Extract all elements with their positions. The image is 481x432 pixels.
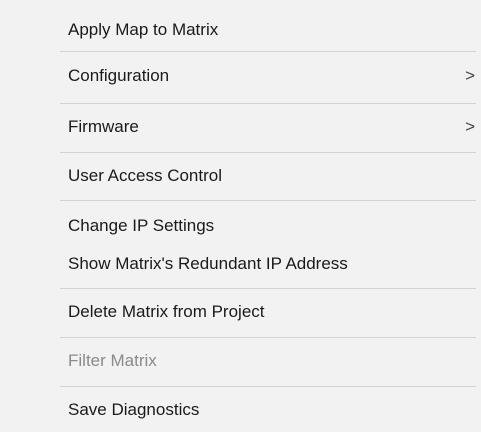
menu-item-change-ip-settings[interactable]: Change IP Settings	[60, 208, 481, 244]
menu-item-label: Delete Matrix from Project	[68, 302, 265, 321]
menu-item-label: User Access Control	[68, 166, 222, 185]
menu-separator	[60, 288, 476, 289]
menu-item-save-diagnostics[interactable]: Save Diagnostics	[60, 391, 481, 429]
menu-item-label: Filter Matrix	[68, 351, 157, 370]
menu-separator	[60, 51, 476, 52]
menu-item-label: Change IP Settings	[68, 216, 215, 235]
menu-separator	[60, 386, 476, 387]
menu-item-firmware[interactable]: Firmware >	[60, 108, 481, 146]
menu-item-label: Firmware	[68, 117, 139, 136]
menu-item-show-redundant-ip[interactable]: Show Matrix's Redundant IP Address	[60, 245, 481, 283]
menu-item-label: Show Matrix's Redundant IP Address	[68, 254, 348, 273]
menu-item-delete-matrix-from-project[interactable]: Delete Matrix from Project	[60, 293, 481, 331]
menu-separator	[60, 103, 476, 104]
context-menu: Apply Map to Matrix Configuration > Firm…	[0, 0, 481, 432]
menu-item-filter-matrix: Filter Matrix	[60, 342, 481, 380]
menu-item-configuration[interactable]: Configuration >	[60, 57, 481, 95]
chevron-right-icon: >	[465, 117, 475, 136]
menu-separator	[60, 152, 476, 153]
chevron-right-icon: >	[465, 66, 475, 85]
menu-item-user-access-control[interactable]: User Access Control	[60, 157, 481, 195]
menu-separator	[60, 200, 476, 201]
menu-item-label: Configuration	[68, 66, 170, 85]
menu-item-label: Save Diagnostics	[68, 400, 200, 419]
menu-item-apply-map-to-matrix[interactable]: Apply Map to Matrix	[60, 12, 481, 48]
menu-separator	[60, 337, 476, 338]
menu-item-label: Apply Map to Matrix	[68, 20, 219, 39]
